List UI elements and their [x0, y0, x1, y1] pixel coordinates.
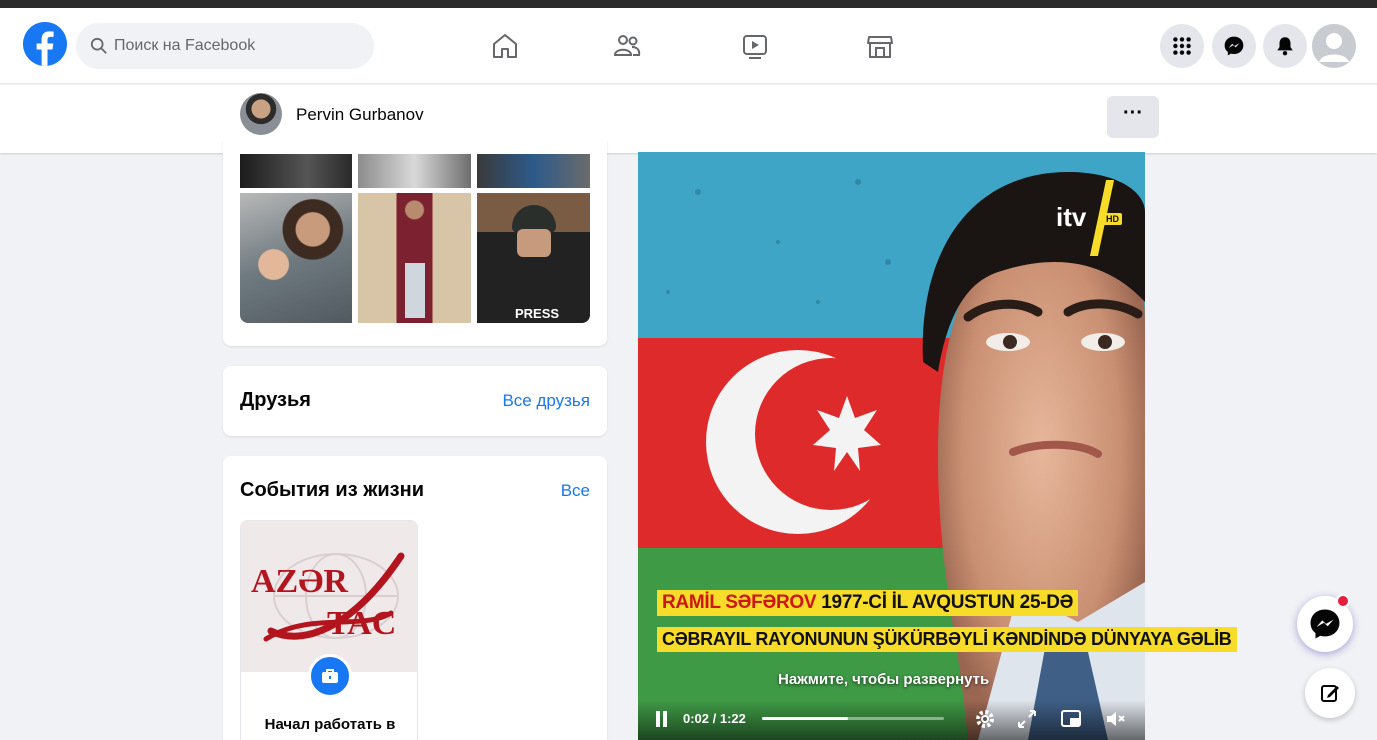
- settings-gear-icon[interactable]: [974, 708, 996, 730]
- channel-logo: itv: [1056, 202, 1087, 232]
- new-message-button[interactable]: [1305, 668, 1355, 718]
- compose-icon: [1321, 685, 1339, 702]
- unread-dot: [1336, 594, 1350, 608]
- work-briefcase-icon: [308, 654, 352, 698]
- video-time: 0:02 / 1:22: [683, 711, 746, 726]
- photo-thumbnail[interactable]: [240, 193, 352, 323]
- pause-icon[interactable]: [652, 708, 674, 730]
- azertac-logo: AZƏR TAC: [241, 521, 417, 672]
- search-box[interactable]: [76, 23, 374, 69]
- life-event-text: Начал работать в: [264, 716, 396, 733]
- photo-thumbnail[interactable]: [477, 154, 590, 188]
- photo-thumbnail[interactable]: PRESS: [477, 193, 590, 323]
- all-friends-link[interactable]: Все друзья: [502, 391, 590, 411]
- friends-title: Друзья: [240, 389, 311, 411]
- watch-icon[interactable]: [735, 26, 775, 66]
- life-events-card: События из жизни Все AZƏR TAC Начал рабо…: [223, 456, 607, 740]
- photo-grid-top-row: [240, 154, 590, 188]
- fullscreen-icon[interactable]: [1016, 708, 1038, 730]
- search-input[interactable]: [114, 37, 354, 55]
- more-options-button[interactable]: ···: [1107, 96, 1159, 138]
- video-caption-line-2: CƏBRAYIL RAYONUNUN ŞÜKÜRBƏYLİ KƏNDİNDƏ D…: [657, 627, 1237, 652]
- all-life-events-link[interactable]: Все: [561, 481, 590, 501]
- profile-name[interactable]: Pervin Gurbanov: [296, 105, 424, 125]
- mini-player-icon[interactable]: [1060, 708, 1082, 730]
- photos-card: PRESS: [223, 140, 607, 346]
- profile-subheader: Pervin Gurbanov ···: [0, 85, 1377, 153]
- friends-icon[interactable]: [607, 26, 647, 66]
- photo-thumbnail[interactable]: [358, 154, 471, 188]
- photo-grid: PRESS: [240, 193, 590, 323]
- video-progress-fill: [762, 717, 848, 720]
- search-icon: [90, 37, 107, 54]
- video-progress-bar[interactable]: [762, 717, 944, 720]
- top-navigation-bar: [0, 8, 1377, 84]
- marketplace-icon[interactable]: [860, 26, 900, 66]
- video-caption-line-1: RAMİL SƏFƏROV 1977-Cİ İL AVQUSTUN 25-DƏ: [657, 590, 1079, 616]
- notifications-icon[interactable]: [1263, 24, 1307, 68]
- friends-card: Друзья Все друзья: [223, 366, 607, 436]
- profile-avatar[interactable]: [240, 93, 282, 135]
- photo-thumbnail[interactable]: [240, 154, 352, 188]
- facebook-logo[interactable]: [23, 22, 67, 66]
- menu-grid-icon[interactable]: [1160, 24, 1204, 68]
- photo-thumbnail[interactable]: [358, 193, 471, 323]
- home-icon[interactable]: [485, 26, 525, 66]
- expand-hint[interactable]: Нажмите, чтобы развернуть: [778, 671, 989, 688]
- window-top-strip: [0, 0, 1377, 8]
- messenger-icon: [1310, 609, 1340, 639]
- life-event-tile[interactable]: AZƏR TAC Начал работать в: [240, 520, 418, 740]
- channel-hd-badge: HD: [1103, 213, 1122, 225]
- mute-icon[interactable]: [1104, 708, 1126, 730]
- messenger-icon[interactable]: [1212, 24, 1256, 68]
- press-label: PRESS: [515, 306, 560, 321]
- life-events-title: События из жизни: [240, 479, 424, 501]
- account-avatar[interactable]: [1312, 24, 1356, 68]
